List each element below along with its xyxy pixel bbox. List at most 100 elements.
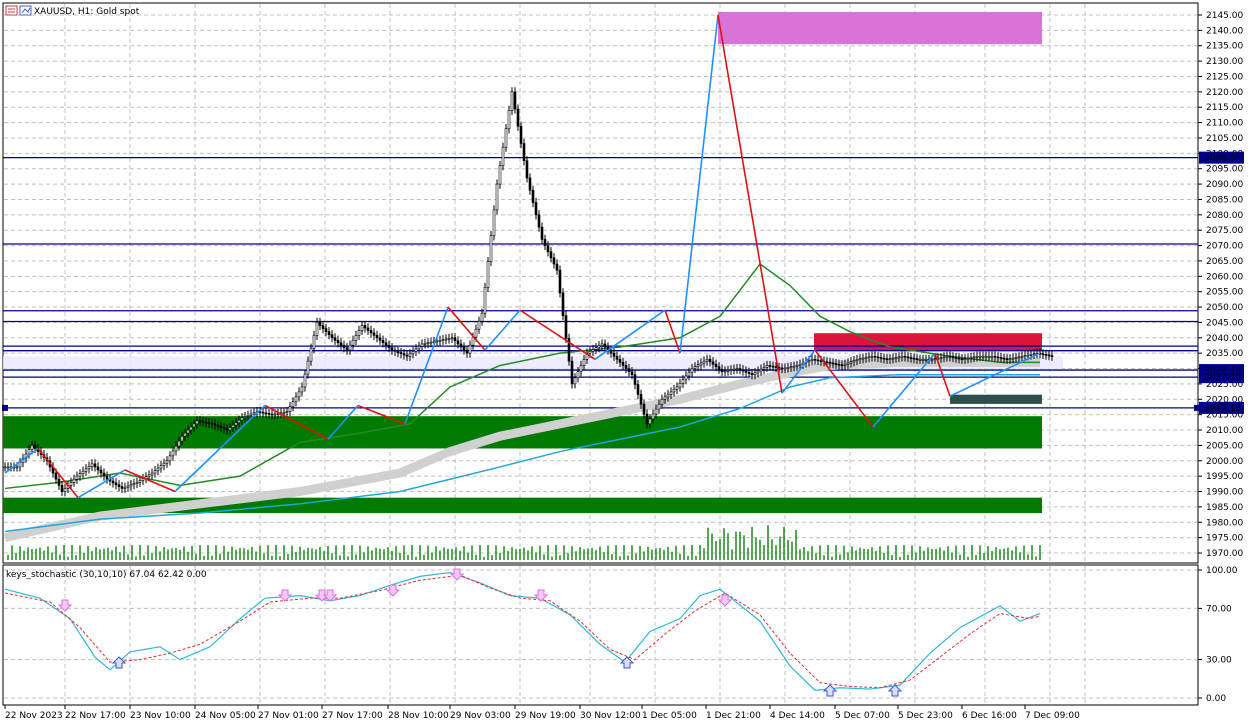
price-tick-label: 1980.00 (1206, 518, 1243, 528)
price-tick-label: 2070.00 (1206, 242, 1243, 252)
candle-body (423, 343, 427, 345)
candle-body (666, 394, 670, 398)
time-label: 30 Nov 12:00 (580, 711, 641, 721)
candle-body (858, 358, 862, 361)
candle-body (612, 352, 616, 357)
candle-body (750, 373, 754, 375)
candle-body (840, 364, 844, 367)
candle-body (252, 412, 256, 415)
candle-body (420, 343, 424, 347)
candle-body (564, 315, 568, 339)
candle-body (201, 421, 205, 423)
candle-body (831, 362, 835, 365)
candle-body (771, 365, 775, 368)
candle-body (93, 463, 97, 468)
candle-body (795, 365, 799, 367)
chart-type-icon[interactable] (19, 5, 32, 16)
candle-body (573, 377, 577, 385)
candle-body (834, 363, 838, 365)
candle-body (117, 484, 121, 487)
candle-body (792, 365, 796, 368)
candle-body (306, 360, 310, 375)
candle-body (498, 165, 502, 185)
candle-body (402, 353, 406, 356)
indicator-panel (2, 564, 1199, 706)
candle-body (870, 355, 874, 358)
current-price-label: 2017.18 (1204, 404, 1241, 414)
candle-body (348, 344, 352, 351)
candle-body (681, 379, 685, 384)
candle-body (729, 369, 733, 372)
candle-body (15, 466, 19, 469)
price-tick-label: 2145.00 (1206, 11, 1243, 21)
candle-body (324, 328, 328, 332)
candle-body (939, 357, 943, 359)
candle-body (99, 469, 103, 474)
candle-body (552, 257, 556, 265)
candle-body (447, 338, 451, 340)
candle-body (993, 355, 997, 358)
price-tick-label: 2065.00 (1206, 257, 1243, 267)
price-axis: 2145.00 2140.00 2135.00 2130.00 2125.00 2120.… (1198, 11, 1244, 559)
candle-body (294, 396, 298, 403)
candle-body (525, 160, 529, 179)
candle-body (84, 468, 88, 472)
candle-body (303, 373, 307, 388)
candle-body (690, 368, 694, 373)
candle-body (123, 486, 127, 489)
candle-body (687, 371, 691, 377)
candle-body (60, 485, 64, 492)
candle-body (342, 344, 346, 348)
candle-body (888, 358, 892, 361)
candle-body (768, 365, 772, 367)
candle-body (951, 356, 955, 359)
candle-body (762, 367, 766, 370)
candle-body (495, 183, 499, 211)
candle-body (501, 146, 505, 166)
candle-body (177, 440, 181, 447)
time-label: 7 Dec 09:00 (1025, 711, 1080, 721)
price-chart[interactable]: XAUUSD, H1: Gold spot 2145.00 2140.00 2135.… (0, 0, 1255, 725)
candle-body (885, 358, 889, 361)
time-label: 29 Nov 19:00 (515, 711, 576, 721)
candle-body (399, 352, 403, 355)
candle-body (945, 355, 949, 358)
candle-body (471, 336, 475, 346)
candle-body (987, 355, 991, 358)
candle-body (516, 108, 520, 127)
candle-body (999, 357, 1003, 359)
candle-body (876, 356, 880, 359)
candle-body (528, 177, 532, 191)
price-tick-label: 2130.00 (1206, 57, 1243, 67)
candle-body (717, 366, 721, 370)
candle-body (492, 209, 496, 237)
price-tick-label: 2095.00 (1206, 165, 1243, 175)
candle-body (150, 472, 154, 476)
candle-body (390, 347, 394, 351)
candle-body (891, 357, 895, 360)
candle-body (846, 362, 850, 365)
candle-body (873, 355, 877, 358)
candle-body (576, 371, 580, 379)
candle-body (288, 406, 292, 412)
level-handle[interactable] (2, 404, 8, 411)
candle-body (237, 419, 241, 423)
candle-body (915, 358, 919, 361)
candle-body (819, 360, 823, 362)
price-tick-label: 1985.00 (1206, 503, 1243, 513)
candle-body (417, 346, 421, 350)
candle-body (714, 363, 718, 367)
candle-body (357, 330, 361, 336)
candle-body (483, 287, 487, 314)
time-label: 1 Dec 05:00 (642, 711, 697, 721)
candle-body (183, 432, 187, 437)
candle-body (327, 331, 331, 336)
price-tick-label: 2050.00 (1206, 303, 1243, 313)
candle-body (489, 235, 493, 262)
menu-icon[interactable] (5, 5, 18, 16)
time-label: 4 Dec 14:00 (770, 711, 825, 721)
candle-body (678, 382, 682, 388)
candle-body (783, 367, 787, 370)
candle-body (774, 366, 778, 368)
candle-body (555, 263, 559, 271)
